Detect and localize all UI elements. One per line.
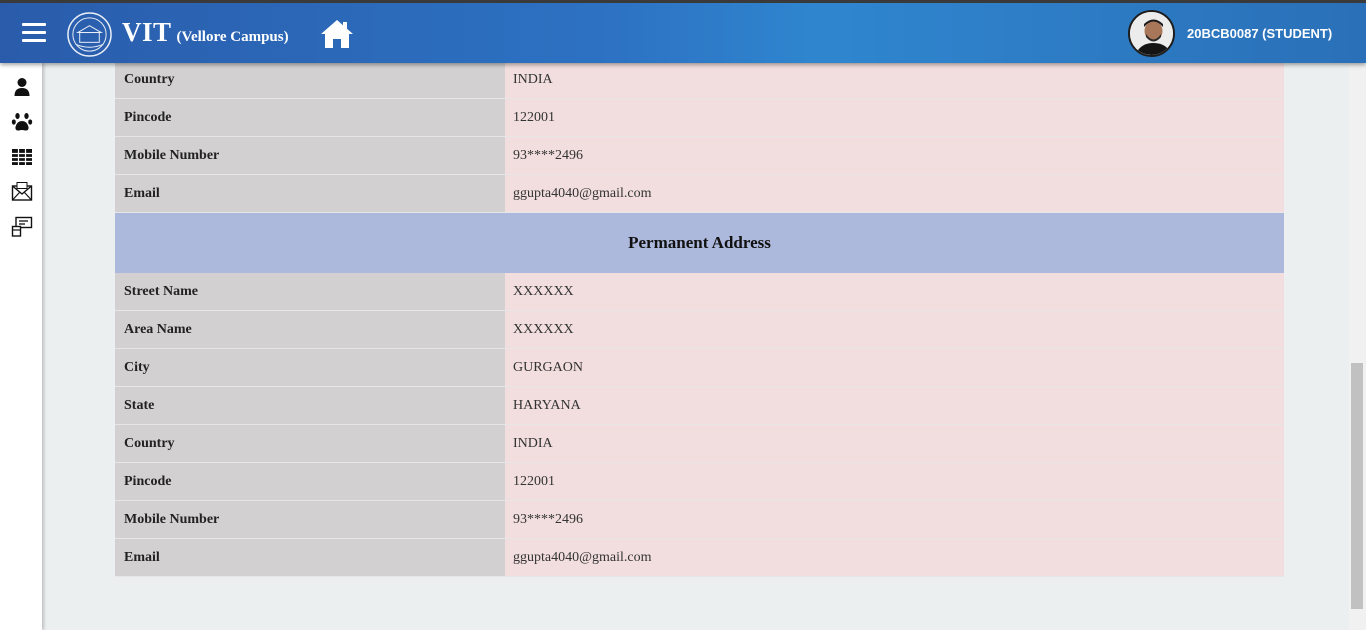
student-details-table: Country INDIA Pincode 122001 Mobile Numb… [115,61,1284,577]
row-value: ggupta4040@gmail.com [505,175,1284,212]
top-navbar: VIT (Vellore Campus) 20BCB0087 (STUDENT) [0,0,1366,63]
table-row: Pincode 122001 [115,99,1284,137]
sidebar [0,63,42,630]
paw-icon[interactable] [11,111,33,133]
row-value: ggupta4040@gmail.com [505,539,1284,576]
row-label: Country [115,425,505,462]
row-label: Area Name [115,311,505,348]
brand-title: VIT (Vellore Campus) [122,17,289,48]
table-row: City GURGAON [115,349,1284,387]
table-row: Area Name XXXXXX [115,311,1284,349]
home-icon[interactable] [320,18,354,50]
row-value: INDIA [505,61,1284,98]
row-value: 93****2496 [505,501,1284,538]
row-label: Mobile Number [115,137,505,174]
row-value: 122001 [505,463,1284,500]
table-row: Country INDIA [115,61,1284,99]
row-value: XXXXXX [505,273,1284,310]
table-row: Mobile Number 93****2496 [115,137,1284,175]
brand-name: VIT [122,17,172,47]
id-card-icon[interactable] [11,216,33,238]
row-label: City [115,349,505,386]
table-row: Pincode 122001 [115,463,1284,501]
table-row: Street Name XXXXXX [115,273,1284,311]
row-value: XXXXXX [505,311,1284,348]
row-label: Pincode [115,99,505,136]
row-label: Pincode [115,463,505,500]
row-label: Country [115,61,505,98]
table-row: Email ggupta4040@gmail.com [115,539,1284,577]
avatar[interactable] [1128,10,1175,57]
row-label: Email [115,539,505,576]
row-label: Mobile Number [115,501,505,538]
mail-icon[interactable] [11,181,33,203]
user-id-label[interactable]: 20BCB0087 (STUDENT) [1187,26,1332,41]
row-label: Street Name [115,273,505,310]
user-icon[interactable] [11,76,33,98]
row-value: 122001 [505,99,1284,136]
scrollbar[interactable] [1349,63,1366,630]
menu-icon[interactable] [22,23,46,42]
row-value: GURGAON [505,349,1284,386]
table-row: Mobile Number 93****2496 [115,501,1284,539]
table-row: Country INDIA [115,425,1284,463]
campus-name: (Vellore Campus) [176,29,289,45]
row-label: Email [115,175,505,212]
table-row: Email ggupta4040@gmail.com [115,175,1284,213]
row-value: 93****2496 [505,137,1284,174]
scrollbar-thumb[interactable] [1351,363,1363,609]
table-icon[interactable] [11,146,33,168]
vit-logo [67,12,112,57]
row-value: HARYANA [505,387,1284,424]
permanent-address-heading: Permanent Address [115,213,1284,273]
row-label: State [115,387,505,424]
table-row: State HARYANA [115,387,1284,425]
row-value: INDIA [505,425,1284,462]
